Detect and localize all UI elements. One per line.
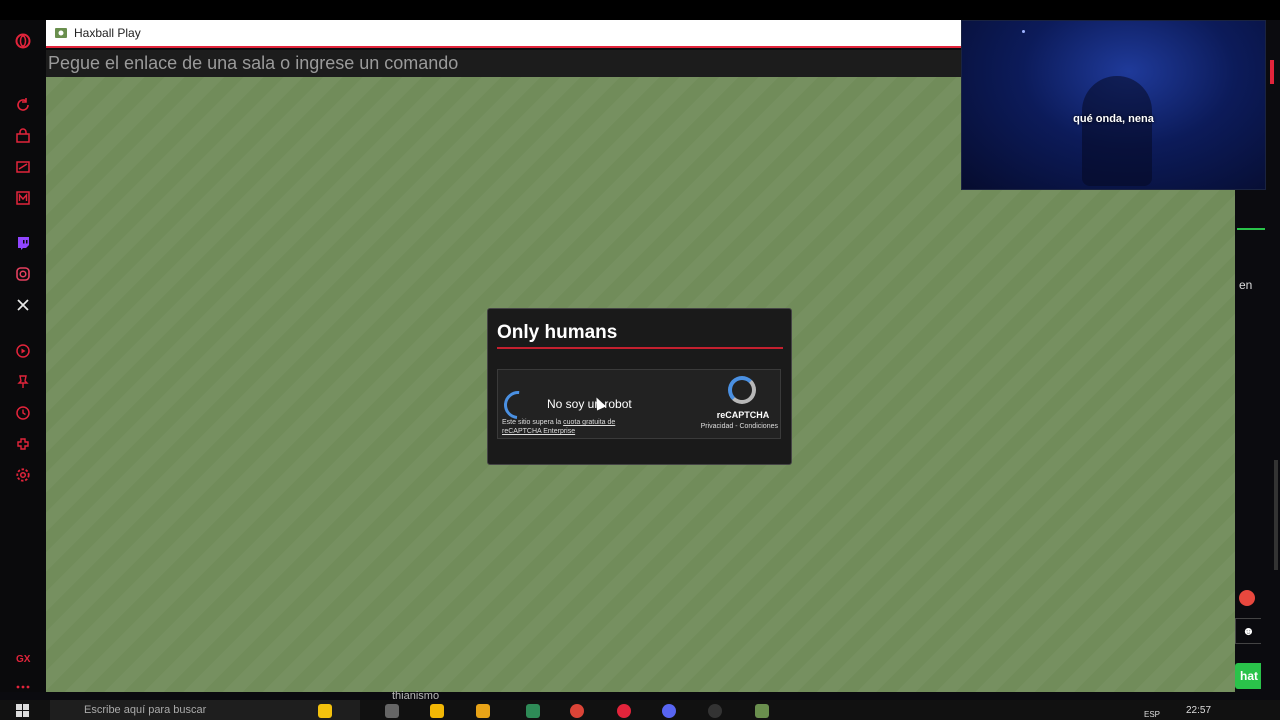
widget-star-icon[interactable] [318, 704, 332, 718]
task-view-icon[interactable] [385, 704, 399, 718]
command-bar [46, 50, 961, 77]
window-title-bar: Haxball Play [46, 20, 961, 48]
chrome-icon[interactable] [570, 704, 584, 718]
discord-icon[interactable] [662, 704, 676, 718]
twitch-icon[interactable] [14, 234, 32, 252]
active-tab-indicator [1237, 228, 1265, 230]
chat-text-fragment: en [1239, 278, 1253, 292]
video-silhouette [1082, 76, 1152, 186]
scroll-marker [1270, 60, 1274, 84]
window-title: Haxball Play [74, 26, 141, 40]
opera-gx-logo-icon[interactable] [14, 32, 32, 50]
windows-taskbar: Escribe aquí para buscar ESP 22:57 [0, 700, 1280, 720]
settings-icon[interactable] [14, 466, 32, 484]
opera-gx-icon[interactable] [617, 704, 631, 718]
refresh-icon[interactable] [14, 96, 32, 114]
folder-icon[interactable] [476, 704, 490, 718]
bag-icon[interactable] [14, 127, 32, 145]
recaptcha-terms-links[interactable]: Privacidad - Condiciones [678, 423, 778, 430]
video-caption: qué onda, nena [1073, 113, 1154, 125]
news-icon[interactable] [14, 158, 32, 176]
dialog-title: Only humans [497, 322, 618, 343]
recaptcha-widget: No soy un robot Este sitio supera la cuo… [497, 369, 781, 439]
pin-icon[interactable] [14, 373, 32, 391]
top-strip [0, 0, 1280, 20]
player-icon[interactable] [14, 342, 32, 360]
emoji-picker-icon[interactable]: ☻ [1235, 618, 1261, 644]
chat-panel-fragment: en ☻ hat [1235, 190, 1280, 692]
recaptcha-brand: reCAPTCHA [716, 410, 770, 420]
scrollbar[interactable] [1274, 460, 1278, 570]
language-indicator[interactable]: ESP [1144, 710, 1160, 719]
video-overlay: qué onda, nena [961, 20, 1266, 190]
taskbar-search-input[interactable]: Escribe aquí para buscar [50, 700, 360, 720]
stream-bottom-strip: thianismo [0, 690, 1280, 702]
extensions-icon[interactable] [14, 435, 32, 453]
dialog-title-underline [497, 347, 783, 349]
chat-send-button[interactable]: hat [1235, 663, 1261, 689]
clock[interactable]: 22:57 [1186, 705, 1211, 716]
recaptcha-notice-text: Este sitio supera la [502, 419, 562, 426]
screen: GX Haxball Play en ☻ hat qué onda, nena … [0, 0, 1280, 720]
captcha-dialog: Only humans No soy un robot Este sitio s… [487, 308, 792, 465]
video-light-dot [1022, 30, 1025, 33]
history-icon[interactable] [14, 404, 32, 422]
m-icon[interactable] [14, 189, 32, 207]
obs-icon[interactable] [708, 704, 722, 718]
haxball-app-icon [55, 28, 67, 38]
recaptcha-checkbox-label[interactable]: No soy un robot [547, 397, 632, 411]
svg-text:GX: GX [16, 654, 31, 665]
instagram-icon[interactable] [14, 265, 32, 283]
emote-icon[interactable] [1239, 590, 1255, 606]
haxball-taskbar-icon[interactable] [755, 704, 769, 718]
recaptcha-notice: Este sitio supera la cuota gratuita de r… [502, 418, 652, 436]
recaptcha-logo-icon [728, 376, 756, 404]
room-link-input[interactable] [48, 53, 961, 74]
browser-sidebar: GX [0, 20, 46, 700]
app-icon[interactable] [526, 704, 540, 718]
windows-start-icon[interactable] [16, 704, 30, 720]
file-explorer-icon[interactable] [430, 704, 444, 718]
gx-icon[interactable]: GX [14, 649, 32, 667]
x-icon[interactable] [14, 296, 32, 314]
